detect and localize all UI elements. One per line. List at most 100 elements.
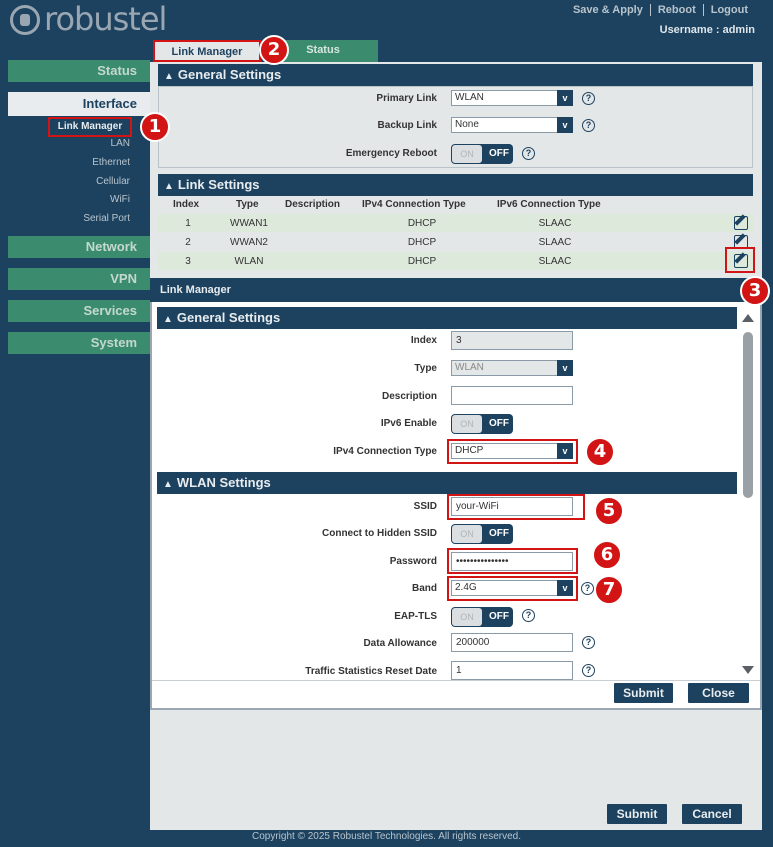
help-icon[interactable]: ? (582, 636, 595, 649)
data-allowance-label: Data Allowance (363, 638, 437, 649)
step-badge: 7 (594, 575, 624, 605)
link-settings-header[interactable]: ▲ Link Settings (158, 174, 753, 196)
scroll-thumb[interactable] (743, 332, 753, 498)
help-icon[interactable]: ? (522, 147, 535, 160)
edit-icon[interactable] (734, 254, 748, 268)
sidebar-item-ethernet[interactable]: Ethernet (8, 157, 130, 168)
backup-link-label: Backup Link (377, 120, 437, 131)
step-badge: 1 (140, 112, 170, 142)
row-ipv4: DHCP (407, 237, 437, 248)
index-field: 3 (451, 331, 573, 350)
ipv4-connection-select[interactable]: DHCP v (451, 443, 573, 459)
row-type: WWAN2 (230, 237, 268, 248)
sidebar-interface[interactable]: Interface (8, 92, 150, 116)
help-icon[interactable]: ? (581, 582, 594, 595)
data-allowance-field[interactable]: 200000 (451, 633, 573, 652)
robustel-logo: robustel (8, 0, 178, 38)
ipv6-enable-toggle[interactable]: ON OFF (451, 414, 513, 434)
modal-title: Link Manager (150, 278, 762, 302)
modal-scrollbar[interactable] (739, 310, 757, 678)
help-icon[interactable]: ? (582, 664, 595, 677)
row-ipv6: SLAAC (538, 218, 572, 229)
ipv4-connection-label: IPv4 Connection Type (333, 446, 437, 457)
password-label: Password (389, 556, 437, 567)
emergency-reboot-label: Emergency Reboot (345, 148, 437, 159)
sidebar-item-serial-port[interactable]: Serial Port (8, 213, 130, 224)
col-index: Index (173, 199, 200, 210)
modal-close-button[interactable]: Close (688, 683, 749, 703)
chevron-up-icon: ▲ (164, 181, 174, 192)
save-apply-link[interactable]: Save & Apply (566, 4, 650, 16)
logo-icon (10, 5, 40, 35)
step-badge: 3 (740, 276, 770, 306)
reset-date-field[interactable]: 1 (451, 661, 573, 680)
sidebar-system[interactable]: System (8, 332, 150, 354)
sidebar-status[interactable]: Status (8, 60, 150, 82)
index-label: Index (410, 335, 437, 346)
primary-link-label: Primary Link (376, 93, 437, 104)
row-ipv6: SLAAC (538, 256, 572, 267)
logout-link[interactable]: Logout (702, 4, 755, 16)
row-index: 3 (185, 256, 191, 267)
emergency-reboot-toggle[interactable]: ON OFF (451, 144, 513, 164)
row-ipv4: DHCP (407, 256, 437, 267)
brand-name: robustel (44, 0, 167, 38)
sidebar-services[interactable]: Services (8, 300, 150, 322)
hidden-ssid-label: Connect to Hidden SSID (322, 528, 437, 539)
step-badge: 4 (585, 437, 615, 467)
divider (152, 680, 760, 681)
sidebar-vpn[interactable]: VPN (8, 268, 150, 290)
row-type: WLAN (234, 256, 264, 267)
eap-tls-toggle[interactable]: ON OFF (451, 607, 513, 627)
col-ipv6: IPv6 Connection Type (497, 199, 601, 210)
edit-icon[interactable] (734, 216, 748, 230)
help-icon[interactable]: ? (582, 92, 595, 105)
sidebar-item-lan[interactable]: LAN (8, 138, 130, 149)
password-field[interactable]: ••••••••••••••• (451, 552, 573, 571)
description-field[interactable] (451, 386, 573, 405)
sidebar-network[interactable]: Network (8, 236, 150, 258)
modal-general-header[interactable]: ▲ General Settings (157, 307, 737, 329)
sidebar-item-cellular[interactable]: Cellular (8, 176, 130, 187)
type-select: WLAN v (451, 360, 573, 376)
tab-link-manager[interactable]: Link Manager (153, 40, 261, 62)
description-label: Description (381, 391, 437, 402)
username-label: Username : admin (659, 24, 755, 36)
chevron-down-icon: v (557, 443, 573, 459)
step-badge: 5 (594, 496, 624, 526)
top-nav: Save & Apply Reboot Logout (566, 4, 755, 16)
row-type: WWAN1 (230, 218, 268, 229)
row-ipv4: DHCP (407, 218, 437, 229)
scroll-up-icon[interactable] (742, 314, 754, 322)
col-ipv4: IPv4 Connection Type (362, 199, 466, 210)
chevron-down-icon: v (557, 580, 573, 596)
backup-link-select[interactable]: None v (451, 117, 573, 133)
page-submit-button[interactable]: Submit (607, 804, 667, 824)
wlan-settings-header[interactable]: ▲ WLAN Settings (157, 472, 737, 494)
ssid-label: SSID (413, 501, 437, 512)
general-settings-header[interactable]: ▲ General Settings (158, 64, 753, 86)
band-select[interactable]: 2.4G v (451, 580, 573, 596)
chevron-down-icon: v (557, 117, 573, 133)
hidden-ssid-toggle[interactable]: ON OFF (451, 524, 513, 544)
row-index: 2 (185, 237, 191, 248)
primary-link-select[interactable]: WLAN v (451, 90, 573, 106)
col-type: Type (236, 199, 259, 210)
step-badge: 2 (259, 35, 289, 65)
chevron-up-icon: ▲ (164, 71, 174, 82)
scroll-down-icon[interactable] (742, 666, 754, 674)
row-ipv6: SLAAC (538, 237, 572, 248)
chevron-up-icon: ▲ (163, 314, 173, 325)
reboot-link[interactable]: Reboot (649, 4, 703, 16)
help-icon[interactable]: ? (522, 609, 535, 622)
step-badge: 6 (592, 540, 622, 570)
modal-submit-button[interactable]: Submit (614, 683, 673, 703)
ssid-field[interactable]: your-WiFi (451, 497, 573, 516)
footer-copyright: Copyright © 2025 Robustel Technologies. … (252, 831, 521, 842)
row-index: 1 (185, 218, 191, 229)
page-cancel-button[interactable]: Cancel (682, 804, 742, 824)
help-icon[interactable]: ? (582, 119, 595, 132)
reset-date-label: Traffic Statistics Reset Date (305, 666, 437, 677)
sidebar-item-link-manager[interactable]: Link Manager (48, 117, 132, 137)
sidebar-item-wifi[interactable]: WiFi (8, 194, 130, 205)
